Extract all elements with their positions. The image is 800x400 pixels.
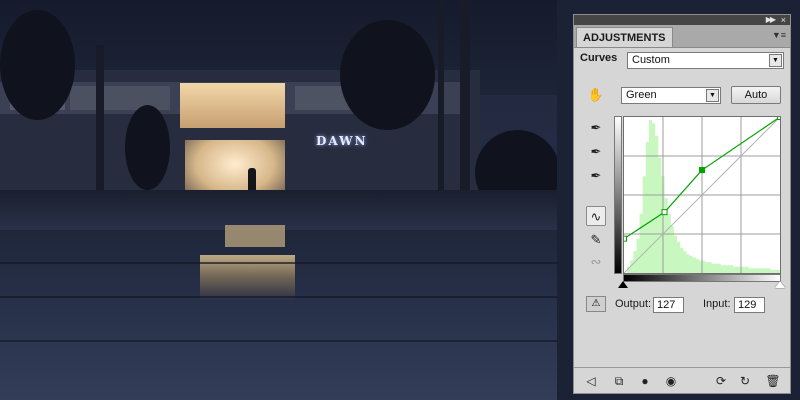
clip-to-layer-icon[interactable]: ● bbox=[636, 372, 654, 390]
chevron-down-icon: ▼ bbox=[706, 89, 719, 102]
photo-tree bbox=[340, 20, 435, 130]
channel-value: Green bbox=[626, 89, 657, 101]
photo-tile-line bbox=[0, 262, 557, 264]
photo-column bbox=[460, 0, 470, 205]
input-label: Input: bbox=[703, 298, 731, 310]
photo-canvas[interactable]: DAWN bbox=[0, 0, 557, 400]
curve-control-point[interactable] bbox=[699, 167, 705, 174]
output-field[interactable]: 127 bbox=[653, 297, 684, 313]
curve-control-point[interactable] bbox=[621, 235, 627, 242]
close-icon[interactable]: × bbox=[781, 15, 786, 25]
eyedropper-gray-icon[interactable]: ✒ bbox=[586, 142, 606, 162]
back-arrow-icon[interactable]: ◁ bbox=[582, 372, 600, 390]
output-gradient-bar bbox=[614, 116, 622, 274]
photo-reflection bbox=[225, 225, 285, 247]
eyedropper-white-icon[interactable]: ✒ bbox=[586, 166, 606, 186]
pencil-icon[interactable]: ✎ bbox=[586, 230, 606, 250]
expanded-view-icon[interactable]: ⧉ bbox=[610, 372, 628, 390]
black-point-slider[interactable] bbox=[618, 281, 628, 288]
curve-control-point[interactable] bbox=[777, 114, 783, 120]
input-field[interactable]: 129 bbox=[734, 297, 765, 313]
auto-button[interactable]: Auto bbox=[731, 86, 781, 104]
tab-adjustments[interactable]: ADJUSTMENTS bbox=[576, 27, 673, 47]
channel-dropdown[interactable]: Green ▼ bbox=[621, 87, 721, 104]
reset-icon[interactable]: ↻ bbox=[736, 372, 754, 390]
panel-footer: ◁ ⧉ ● ◉ ⟳ ↻ 🗑 bbox=[574, 367, 790, 394]
panel-tab-bar: ADJUSTMENTS ▼≡ bbox=[574, 25, 790, 48]
photo-lit-atrium bbox=[180, 83, 285, 128]
curves-graph[interactable] bbox=[621, 114, 783, 274]
photo-lamp-post bbox=[438, 0, 444, 205]
photo-storefront-sign: DAWN bbox=[316, 134, 368, 148]
preset-dropdown[interactable]: Custom ▼ bbox=[627, 52, 784, 69]
photo-window bbox=[70, 86, 170, 110]
output-label: Output: bbox=[615, 298, 652, 310]
white-point-slider[interactable] bbox=[775, 281, 785, 288]
section-label: Curves bbox=[580, 52, 618, 64]
adjustments-panel: ▶▶ × ADJUSTMENTS ▼≡ Curves Custom ▼ ✋ Gr… bbox=[573, 14, 791, 394]
hand-adjust-icon[interactable]: ✋ bbox=[586, 85, 606, 105]
photo-ground bbox=[0, 190, 557, 230]
chevron-down-icon: ▼ bbox=[769, 54, 782, 67]
photo-tile-line bbox=[0, 296, 557, 298]
photo-tree bbox=[125, 105, 170, 190]
curves-plot[interactable] bbox=[621, 114, 783, 274]
smooth-curve-icon[interactable]: ∾ bbox=[586, 252, 606, 272]
double-chevron-right-icon[interactable]: ▶▶ bbox=[766, 15, 776, 25]
photo-lamp-post bbox=[96, 45, 104, 205]
photo-tile-line bbox=[0, 340, 557, 342]
curve-control-point[interactable] bbox=[661, 209, 668, 216]
eyedropper-black-icon[interactable]: ✒ bbox=[586, 118, 606, 138]
preset-value: Custom bbox=[632, 54, 670, 66]
photo-tree bbox=[0, 10, 75, 120]
previous-state-icon[interactable]: ⟳ bbox=[712, 372, 730, 390]
curve-points-icon[interactable]: ∿ bbox=[586, 206, 606, 226]
panel-title-strip: ▶▶ × bbox=[574, 15, 790, 25]
trash-icon[interactable]: 🗑 bbox=[764, 372, 782, 390]
clipping-warning-icon[interactable]: ⚠ bbox=[586, 296, 606, 312]
panel-menu-icon[interactable]: ▼≡ bbox=[772, 30, 786, 40]
input-gradient-bar bbox=[623, 274, 781, 282]
visibility-eye-icon[interactable]: ◉ bbox=[662, 372, 680, 390]
